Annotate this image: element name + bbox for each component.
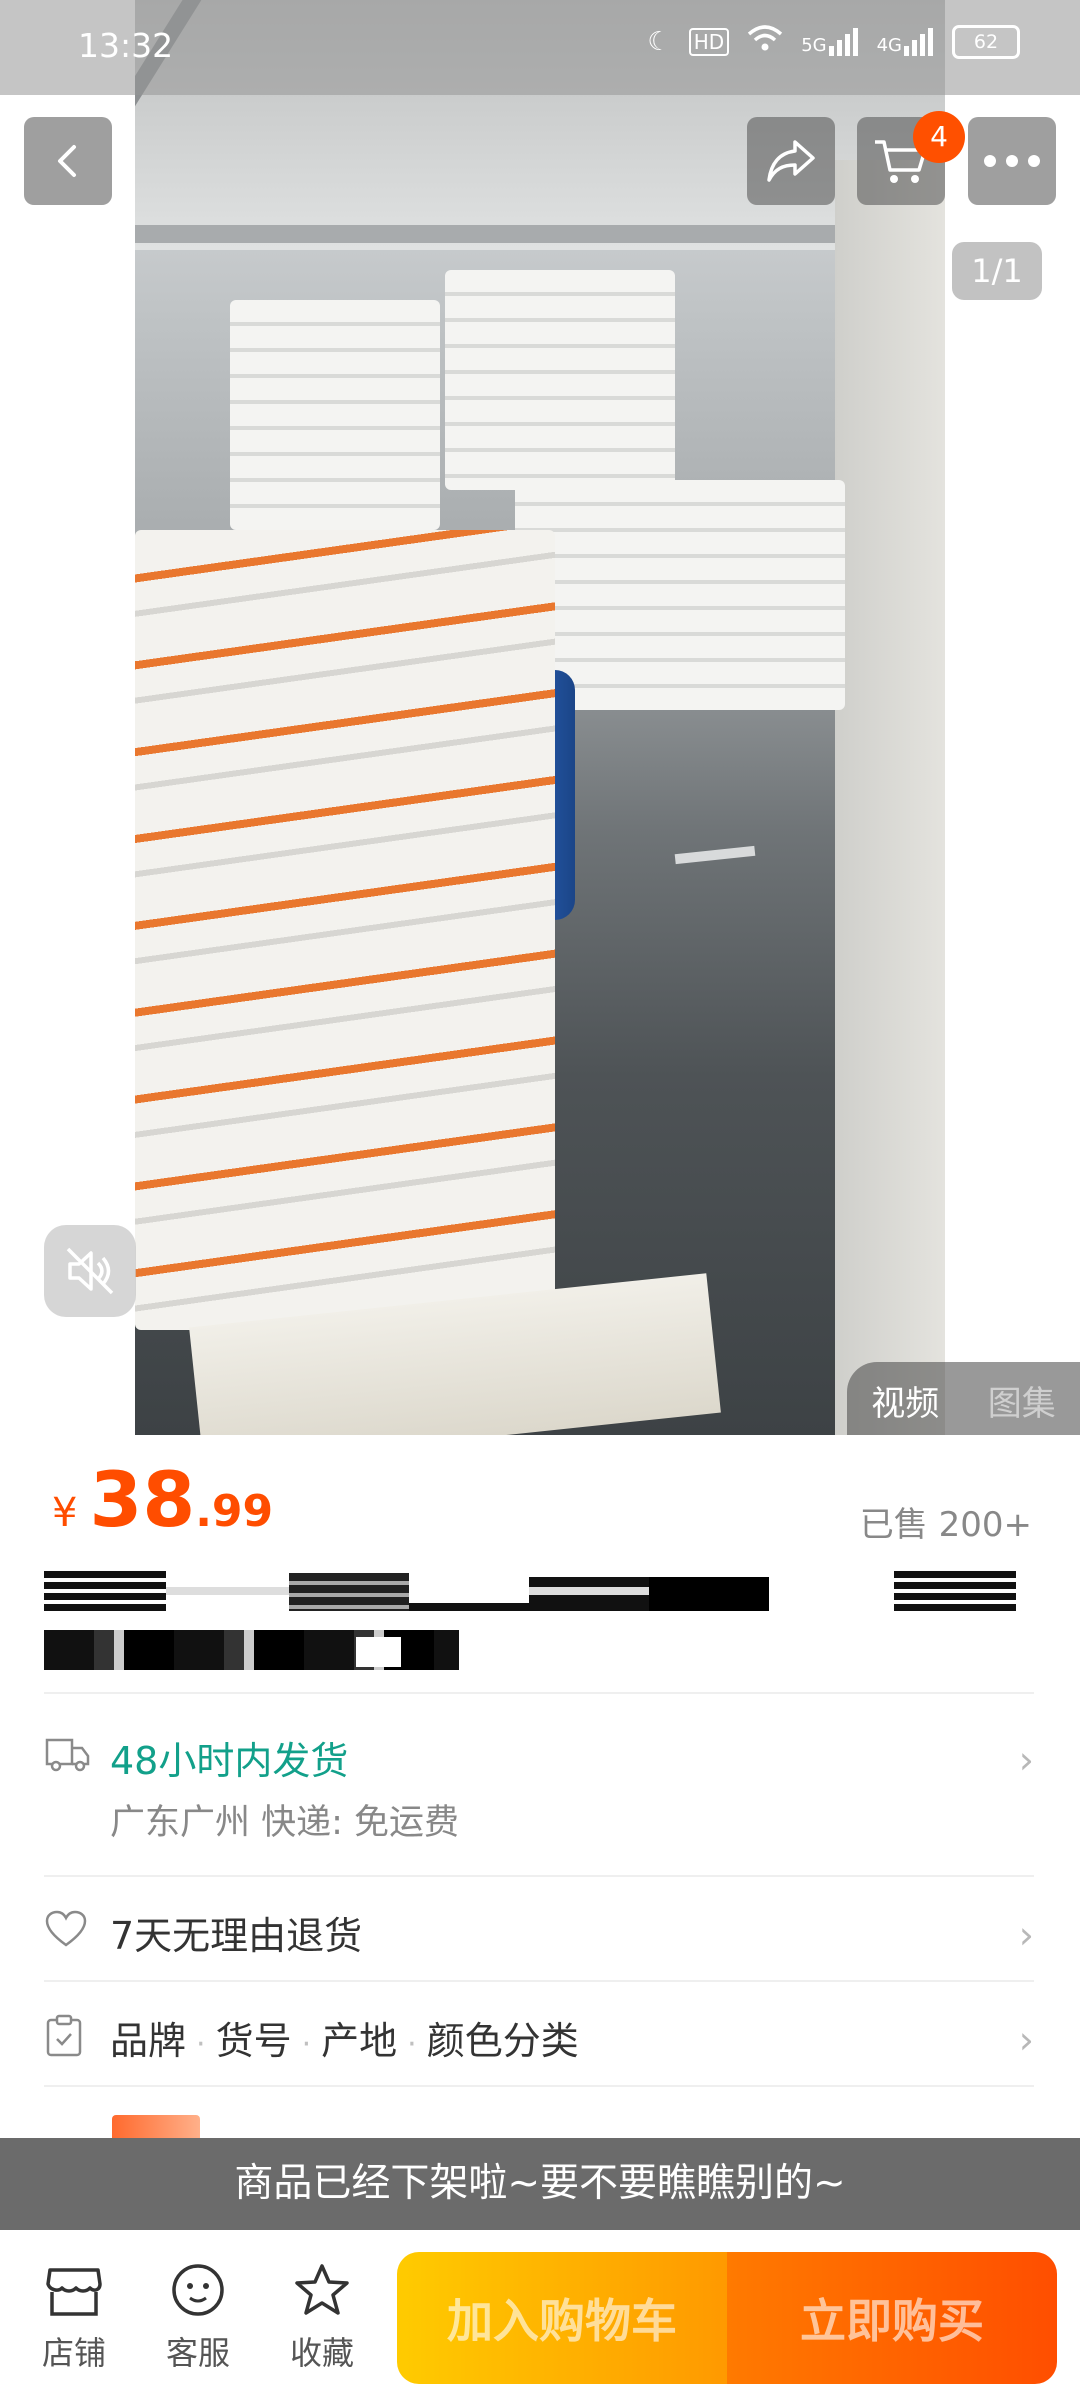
star-icon xyxy=(295,2264,349,2315)
favorite-label: 收藏 xyxy=(289,2334,354,2372)
returns-row[interactable]: 7天无理由退货 › xyxy=(44,1905,1034,1965)
customer-service-button[interactable]: 客服 xyxy=(148,2262,248,2374)
attr-item-number: 货号 xyxy=(215,2019,292,2063)
truck-icon xyxy=(44,1734,90,1778)
moon-icon: ☾ xyxy=(647,26,671,57)
tab-gallery[interactable]: 图集 xyxy=(988,1376,1056,1425)
attr-origin: 产地 xyxy=(321,2019,398,2063)
more-button[interactable] xyxy=(968,117,1056,205)
shop-icon xyxy=(46,2268,102,2316)
buy-now-button[interactable]: 立即购买 xyxy=(727,2252,1057,2384)
signal-4g-icon: 4G xyxy=(877,27,934,56)
floor-mark xyxy=(674,845,756,865)
tab-video[interactable]: 视频 xyxy=(871,1376,939,1425)
sack-stack-front xyxy=(135,530,555,1330)
warehouse-wall xyxy=(835,160,945,1435)
price-decimal: .99 xyxy=(195,1486,274,1537)
share-icon xyxy=(767,140,815,182)
product-video-frame[interactable] xyxy=(135,0,945,1435)
heart-icon xyxy=(44,1909,88,1953)
add-to-cart-button[interactable]: 加入购物车 xyxy=(397,2252,727,2384)
service-label: 客服 xyxy=(165,2334,230,2372)
more-dots-icon xyxy=(984,155,1040,167)
chevron-right-icon: › xyxy=(1018,2018,1034,2062)
cart-count-badge: 4 xyxy=(913,111,965,163)
attributes-list: 品牌 · 货号 · 产地 · 颜色分类 xyxy=(110,2019,579,2063)
price: ¥ 38 .99 xyxy=(52,1455,273,1544)
chevron-right-icon: › xyxy=(1018,1738,1034,1782)
shipping-time: 48小时内发货 xyxy=(110,1739,349,1783)
attr-color: 颜色分类 xyxy=(426,2019,579,2063)
sack-stack xyxy=(445,270,675,490)
page-indicator: 1/1 xyxy=(952,242,1042,300)
chevron-right-icon: › xyxy=(1018,1913,1034,1957)
shipping-row[interactable]: 48小时内发货 广东广州 快递: 免运费 › xyxy=(44,1730,1034,1860)
currency-symbol: ¥ xyxy=(52,1490,78,1536)
speaker-muted-icon xyxy=(66,1247,114,1295)
warehouse-beam xyxy=(135,225,835,243)
back-button[interactable] xyxy=(24,117,112,205)
mute-button[interactable] xyxy=(44,1225,136,1317)
favorite-button[interactable]: 收藏 xyxy=(272,2262,372,2374)
hd-icon: HD xyxy=(688,27,730,56)
price-integer: 38 xyxy=(89,1455,196,1544)
smile-face-icon xyxy=(172,2264,224,2316)
status-icons: ☾ HD 5G 4G 62 xyxy=(647,24,1020,59)
chevron-left-icon xyxy=(58,145,76,177)
battery-icon: 62 xyxy=(952,24,1020,59)
sack-stack xyxy=(230,300,440,530)
media-tabs: 视频 图集 xyxy=(847,1362,1080,1435)
cart-button[interactable]: 4 xyxy=(857,111,965,205)
product-title-redacted xyxy=(44,1565,1034,1675)
status-bar: 13:32 ☾ HD 5G 4G 62 xyxy=(0,0,1080,95)
wifi-icon xyxy=(747,24,783,59)
shop-label: 店铺 xyxy=(41,2334,106,2372)
clipboard-icon xyxy=(44,2014,84,2062)
bottom-action-bar: 店铺 客服 收藏 加入购物车 立即购买 xyxy=(0,2230,1080,2408)
shipping-origin: 广东广州 快递: 免运费 xyxy=(110,1803,460,1843)
signal-5g-icon: 5G xyxy=(801,27,858,56)
attr-brand: 品牌 xyxy=(110,2019,187,2063)
returns-policy: 7天无理由退货 xyxy=(110,1914,363,1958)
status-time: 13:32 xyxy=(78,26,174,65)
product-media[interactable]: 13:32 ☾ HD 5G 4G 62 4 1/1 视频 图集 xyxy=(0,0,1080,1435)
shop-button[interactable]: 店铺 xyxy=(24,2262,124,2374)
share-button[interactable] xyxy=(747,117,835,205)
sold-count: 已售 200+ xyxy=(859,1505,1032,1545)
delisted-notice: 商品已经下架啦~要不要瞧瞧别的~ xyxy=(0,2138,1080,2230)
attributes-row[interactable]: 品牌 · 货号 · 产地 · 颜色分类 › xyxy=(44,2010,1034,2070)
